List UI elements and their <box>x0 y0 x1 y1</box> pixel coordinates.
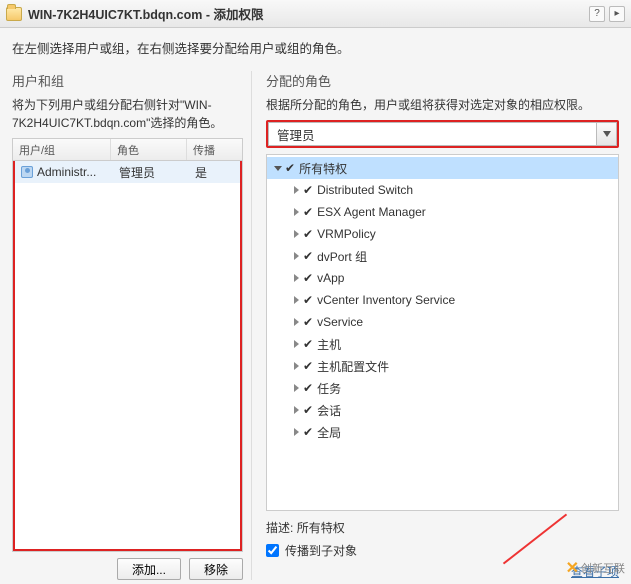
titlebar: WIN-7K2H4UIC7KT.bdqn.com - 添加权限 ? ▸ <box>0 0 631 28</box>
triangle-right-icon <box>291 252 301 260</box>
check-icon: ✔ <box>285 161 295 175</box>
tree-item[interactable]: ✔会话 <box>267 399 618 421</box>
check-icon: ✔ <box>303 293 313 307</box>
instruction-text: 在左侧选择用户或组，在右侧选择要分配给用户或组的角色。 <box>12 38 619 57</box>
watermark: ✕创新互联 <box>566 558 625 578</box>
users-table: 用户/组 角色 传播 Administr... 管理员 是 <box>12 138 243 552</box>
tree-item[interactable]: ✔ESX Agent Manager <box>267 201 618 223</box>
table-row[interactable]: Administr... 管理员 是 <box>15 161 240 183</box>
triangle-right-icon <box>291 186 301 194</box>
propagate-checkbox[interactable] <box>266 544 279 557</box>
chevron-down-icon <box>596 123 616 145</box>
assigned-role-heading: 分配的角色 <box>266 71 619 90</box>
table-header: 用户/组 角色 传播 <box>13 139 242 161</box>
tree-item[interactable]: ✔任务 <box>267 377 618 399</box>
users-groups-heading: 用户和组 <box>12 71 243 90</box>
folder-icon <box>6 7 22 21</box>
remove-button[interactable]: 移除 <box>189 558 243 580</box>
role-dropdown[interactable]: 管理员 <box>268 122 617 146</box>
assigned-role-subtext: 根据所分配的角色，用户或组将获得对选定对象的相应权限。 <box>266 96 619 114</box>
triangle-down-icon <box>273 164 283 172</box>
help-button[interactable]: ? <box>589 6 605 22</box>
tree-item[interactable]: ✔dvPort 组 <box>267 245 618 267</box>
users-groups-panel: 用户和组 将为下列用户或组分配右侧针对"WIN-7K2H4UIC7KT.bdqn… <box>12 71 252 580</box>
triangle-right-icon <box>291 406 301 414</box>
tree-item[interactable]: ✔主机 <box>267 333 618 355</box>
triangle-right-icon <box>291 230 301 238</box>
tree-item[interactable]: ✔主机配置文件 <box>267 355 618 377</box>
check-icon: ✔ <box>303 205 313 219</box>
row-propagate: 是 <box>189 164 240 181</box>
triangle-right-icon <box>291 384 301 392</box>
description-row: 描述: 所有特权 <box>266 519 619 536</box>
check-icon: ✔ <box>303 271 313 285</box>
tree-item[interactable]: ✔Distributed Switch <box>267 179 618 201</box>
check-icon: ✔ <box>303 249 313 263</box>
row-user: Administr... <box>37 165 96 179</box>
assigned-role-panel: 分配的角色 根据所分配的角色，用户或组将获得对选定对象的相应权限。 管理员 ✔ … <box>252 71 619 580</box>
tree-item[interactable]: ✔vCenter Inventory Service <box>267 289 618 311</box>
add-button[interactable]: 添加... <box>117 558 181 580</box>
row-role: 管理员 <box>113 164 189 181</box>
check-icon: ✔ <box>303 425 313 439</box>
check-icon: ✔ <box>303 381 313 395</box>
col-role[interactable]: 角色 <box>111 139 187 160</box>
propagate-row: 传播到子对象 <box>266 542 619 559</box>
expand-button[interactable]: ▸ <box>609 6 625 22</box>
col-user[interactable]: 用户/组 <box>13 139 111 160</box>
check-icon: ✔ <box>303 337 313 351</box>
triangle-right-icon <box>291 208 301 216</box>
propagate-label[interactable]: 传播到子对象 <box>285 542 357 559</box>
tree-item[interactable]: ✔VRMPolicy <box>267 223 618 245</box>
triangle-right-icon <box>291 274 301 282</box>
triangle-right-icon <box>291 428 301 436</box>
triangle-right-icon <box>291 318 301 326</box>
check-icon: ✔ <box>303 227 313 241</box>
users-groups-subtext: 将为下列用户或组分配右侧针对"WIN-7K2H4UIC7KT.bdqn.com"… <box>12 96 243 132</box>
triangle-right-icon <box>291 362 301 370</box>
check-icon: ✔ <box>303 359 313 373</box>
check-icon: ✔ <box>303 183 313 197</box>
col-propagate[interactable]: 传播 <box>187 139 242 160</box>
tree-item[interactable]: ✔全局 <box>267 421 618 443</box>
triangle-right-icon <box>291 296 301 304</box>
user-icon <box>21 166 33 178</box>
tree-item[interactable]: ✔vService <box>267 311 618 333</box>
check-icon: ✔ <box>303 403 313 417</box>
privilege-tree[interactable]: ✔ 所有特权 ✔Distributed Switch✔ESX Agent Man… <box>266 154 619 511</box>
triangle-right-icon <box>291 340 301 348</box>
role-dropdown-value: 管理员 <box>269 125 596 144</box>
tree-root[interactable]: ✔ 所有特权 <box>267 157 618 179</box>
window-title: WIN-7K2H4UIC7KT.bdqn.com - 添加权限 <box>28 4 263 23</box>
tree-item[interactable]: ✔vApp <box>267 267 618 289</box>
check-icon: ✔ <box>303 315 313 329</box>
